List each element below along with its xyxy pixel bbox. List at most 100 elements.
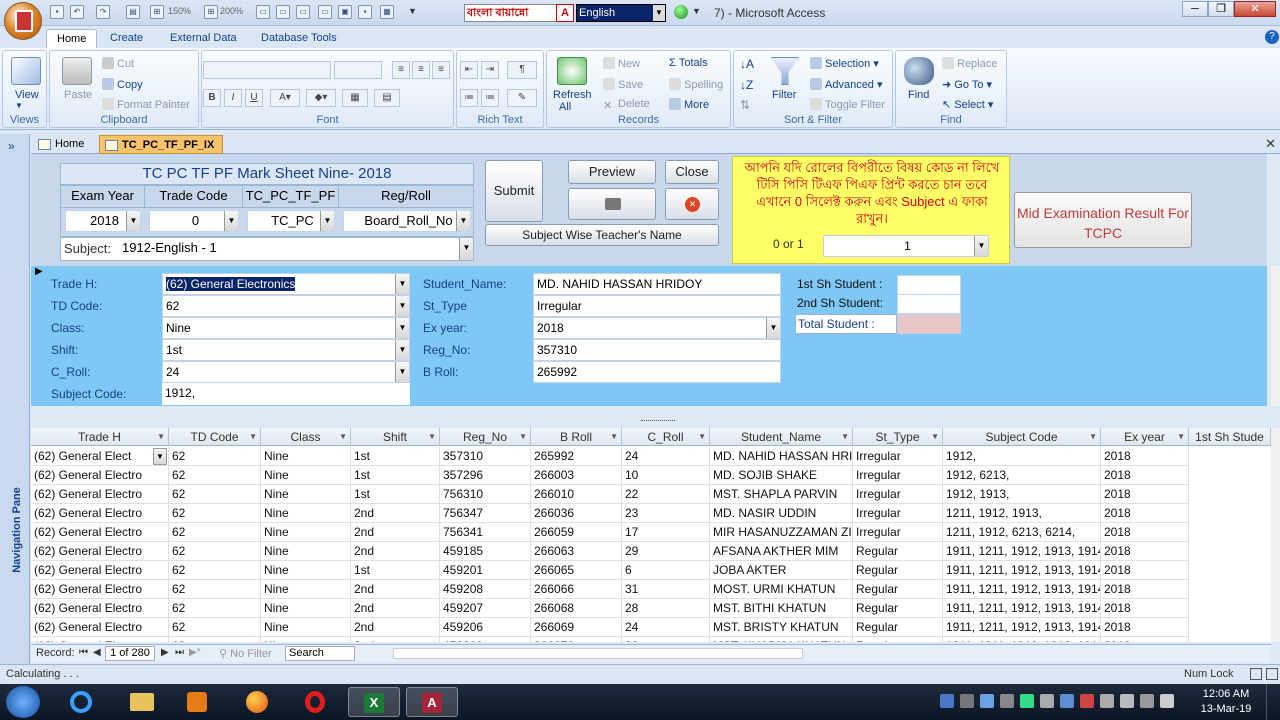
toggle-filter-button[interactable]: Toggle Filter [810,98,885,111]
cell-c-roll[interactable]: 31 [622,580,710,599]
bullets-icon[interactable]: ≔ [481,89,499,107]
selection-button[interactable]: Selection ▾ [810,57,879,70]
field-value[interactable]: MD. NAHID HASSAN HRIDOY [533,273,781,295]
cell-shift[interactable]: 2nd [351,599,440,618]
column-header-b-roll[interactable]: B Roll ▼ [531,428,622,446]
field-value[interactable]: 24 ▼ [162,361,410,383]
spelling-button[interactable]: Spelling [669,78,723,91]
cell-reg-no[interactable]: 459208 [440,580,531,599]
new-record-button[interactable]: New [603,57,640,70]
chevron-down-icon[interactable]: ▼ [974,236,988,256]
indent-icon[interactable]: ⇤ [460,61,478,79]
cell-class[interactable]: Nine [261,599,351,618]
sort-dropdown-icon[interactable]: ▼ [698,428,706,445]
prev-record-icon[interactable]: ◀ [93,647,101,658]
cell-c-roll[interactable]: 24 [622,447,710,466]
column-header-reg-no[interactable]: Reg_No ▼ [440,428,531,446]
numbering-icon[interactable]: ≔ [460,89,478,107]
doc-tab-home[interactable]: Home [33,135,92,154]
cell-class[interactable]: Nine [261,637,351,642]
firefox-taskbar-icon[interactable] [232,687,284,717]
highlight-icon[interactable]: ✎ [507,89,537,107]
cell-student-name[interactable]: JOBA AKTER [710,561,853,580]
access-taskbar-icon[interactable]: A [406,687,458,717]
close-form-button[interactable]: Close [665,160,719,184]
cell-student-name[interactable]: MIR HASANUZZAMAN ZI [710,523,853,542]
format-painter-button[interactable]: Format Painter [102,98,190,111]
column-header-td-code[interactable]: TD Code ▼ [169,428,261,446]
cell-st-type[interactable]: Irregular [853,504,943,523]
sort-dropdown-icon[interactable]: ▼ [428,428,436,445]
gridlines-icon[interactable]: ▦ [342,89,368,107]
form-scrollbar[interactable] [1271,266,1280,406]
cell-student-name[interactable]: MD. NAHID HASSAN HRI [710,447,853,466]
record-selector-icon[interactable]: ▶ [35,266,43,277]
cell-subject-code[interactable]: 1911, 1211, 1912, 1913, 1914 [943,580,1101,599]
cell-ex-year[interactable]: 2018 [1101,466,1189,485]
field-value[interactable]: 357310 [533,339,781,361]
image-icon[interactable]: ▦ [380,5,394,19]
chevron-down-icon[interactable]: ▼ [456,211,470,231]
cell-subject-code[interactable]: 1912, [943,447,1101,466]
cell-td-code[interactable]: 62 [169,523,261,542]
cell-reg-no[interactable]: 756347 [440,504,531,523]
cell-ex-year[interactable]: 2018 [1101,599,1189,618]
cell-class[interactable]: Nine [261,466,351,485]
tray-antivirus-icon[interactable] [1080,694,1094,708]
cell-td-code[interactable]: 62 [169,618,261,637]
cell-reg-no[interactable]: 459207 [440,599,531,618]
field-value[interactable]: 2018 ▼ [533,317,781,339]
cell-st-type[interactable]: Regular [853,580,943,599]
cell-td-code[interactable]: 62 [169,485,261,504]
font-name-select[interactable] [203,61,331,79]
doc-tab-tc-pc[interactable]: TC_PC_TF_PF_IX [99,135,224,154]
cell-subject-code[interactable]: 1911, 1211, 1912, 1913, 1914 [943,542,1101,561]
print-icon[interactable]: ▤ [126,5,140,19]
cell-class[interactable]: Nine [261,618,351,637]
cell-trade-h[interactable]: (62) General Electro [31,599,169,618]
cell-trade-h[interactable]: (62) General Electro [31,542,169,561]
cell-student-name[interactable]: MD. NASIR UDDIN [710,504,853,523]
column-header-trade-h[interactable]: Trade H ▼ [31,428,169,446]
media-player-taskbar-icon[interactable] [172,687,224,717]
cell-td-code[interactable]: 62 [169,580,261,599]
cell-c-roll[interactable]: 6 [622,561,710,580]
field-value[interactable]: (62) General Electronics ▼ [162,273,410,295]
cell-c-roll[interactable]: 28 [622,599,710,618]
advanced-button[interactable]: Advanced ▾ [810,78,883,91]
reg-roll-select[interactable]: Board_Roll_No ▼ [343,210,471,232]
cell-reg-no[interactable]: 459185 [440,542,531,561]
explorer-taskbar-icon[interactable] [116,687,168,717]
field-value[interactable]: Irregular [533,295,781,317]
maximize-button[interactable]: ❐ [1208,1,1234,17]
cell-b-roll[interactable]: 266065 [531,561,622,580]
tray-app-icon[interactable] [1040,694,1054,708]
align-center-icon[interactable]: ≡ [412,61,430,79]
chevron-down-icon[interactable]: ▼ [459,238,473,260]
cell-trade-h[interactable]: (62) General Electro [31,580,169,599]
cut-button[interactable]: Cut [102,57,134,70]
cell-student-name[interactable]: MST. KHADIJA KHATUN [710,637,853,642]
undo-icon[interactable]: ↶ [70,5,84,19]
cell-subject-code[interactable]: 1912, 1913, [943,485,1101,504]
cell-c-roll[interactable]: 22 [622,637,710,642]
cell-c-roll[interactable]: 10 [622,466,710,485]
tray-signal-icon[interactable] [1140,694,1154,708]
close-window-button[interactable]: ✕ [1234,1,1276,17]
cell-student-name[interactable]: AFSANA AKTHER MIM [710,542,853,561]
submit-button[interactable]: Submit [485,160,543,222]
show-desktop-button[interactable] [1266,684,1280,720]
cell-td-code[interactable]: 62 [169,504,261,523]
sort-dropdown-icon[interactable]: ▼ [1089,428,1097,445]
cell-ex-year[interactable]: 2018 [1101,618,1189,637]
field-value[interactable]: 62 ▼ [162,295,410,317]
filter-button[interactable]: Filter [772,89,796,101]
sort-dropdown-icon[interactable]: ▼ [931,428,939,445]
cell-student-name[interactable]: MST. SHAPLA PARVIN [710,485,853,504]
cell-trade-h[interactable]: (62) General Electro [31,618,169,637]
cell-class[interactable]: Nine [261,504,351,523]
first-record-icon[interactable]: ⏮ [79,647,88,658]
cell-shift[interactable]: 2nd [351,637,440,642]
cell-reg-no[interactable]: 459209 [440,637,531,642]
sort-dropdown-icon[interactable]: ▼ [339,428,347,445]
